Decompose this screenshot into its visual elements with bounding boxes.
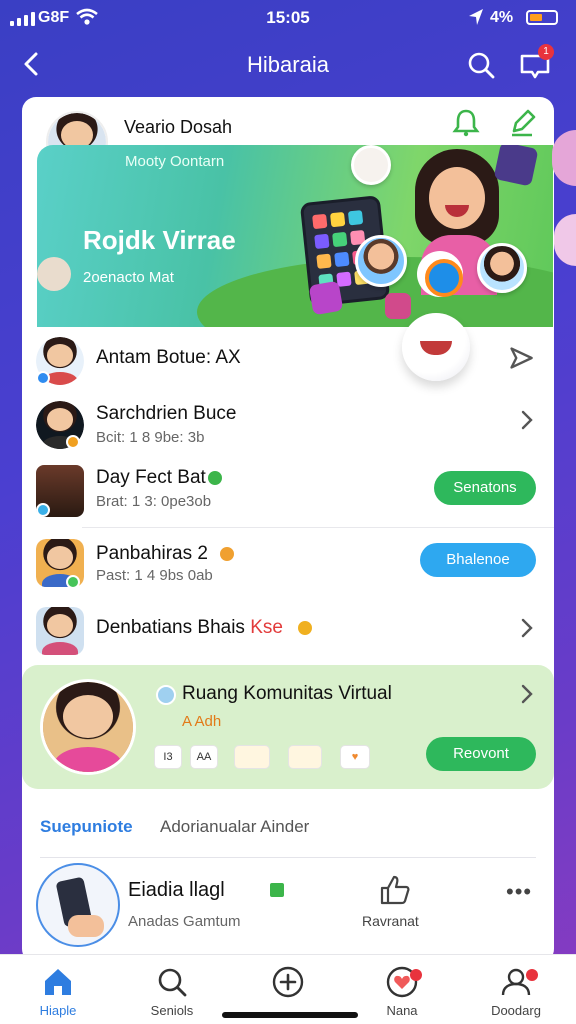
- status-bar: G8F 15:05 4%: [0, 0, 576, 36]
- emoji-icon: [156, 685, 176, 705]
- chevron-right-icon[interactable]: [518, 409, 536, 431]
- heart-sticker-chip[interactable]: ♥: [340, 745, 370, 769]
- list-item-title: Denbatians Bhais Kse: [96, 617, 283, 639]
- decorative-sticker: [552, 130, 576, 186]
- action-button[interactable]: Bhalenoe: [420, 543, 536, 577]
- cat-sticker: [37, 257, 71, 291]
- action-button[interactable]: Senatons: [434, 471, 536, 505]
- banner-subtitle: Mooty Oontarn: [125, 153, 225, 170]
- notification-bell-icon[interactable]: [450, 107, 482, 139]
- status-badge: [66, 435, 80, 449]
- status-badge: [66, 575, 80, 589]
- coin-icon: [218, 545, 236, 563]
- divider: [82, 527, 554, 528]
- list-item[interactable]: Panbahiras 2 Past: 1 4 9bs 0ab Bhalenoe: [22, 533, 554, 597]
- post-thumbnail: [36, 863, 120, 947]
- tab-active[interactable]: Suepuniote: [40, 817, 133, 837]
- inbox-badge: 1: [538, 44, 554, 60]
- verified-icon: [206, 469, 224, 487]
- list-item-title-text: Denbatians Bhais: [96, 617, 245, 638]
- battery-percent: 4%: [490, 9, 514, 26]
- cartoon-sticker: [351, 145, 391, 185]
- nav-label: Hiaple: [39, 1003, 77, 1018]
- location-arrow-icon: [469, 9, 483, 25]
- list-item-title: Antam Botue: AX: [96, 347, 241, 368]
- battery-icon: [526, 10, 558, 25]
- tab-secondary[interactable]: Adorianualar Ainder: [160, 817, 309, 837]
- like-label: Ravranat: [362, 913, 419, 929]
- chevron-right-icon[interactable]: [518, 617, 536, 639]
- verified-icon: [268, 881, 286, 899]
- content-card: Veario Dosah Mooty Oontarn Rojdk Virrae …: [22, 97, 554, 963]
- search-icon: [158, 968, 187, 997]
- home-icon: [45, 969, 71, 995]
- tab-bar: Suepuniote Adorianualar Ainder: [22, 813, 554, 858]
- nav-label: Seniols: [150, 1003, 194, 1018]
- nav-profile[interactable]: Doodarg: [466, 961, 566, 1021]
- list-item-title: Sarchdrien Buce: [96, 403, 237, 424]
- notification-dot: [526, 969, 538, 981]
- status-badge: [36, 371, 50, 385]
- banner-meta: 2oenacto Mat: [83, 269, 174, 286]
- divider: [40, 857, 536, 858]
- nav-label: Doodarg: [491, 1003, 541, 1018]
- thumbs-up-icon[interactable]: [378, 873, 412, 907]
- list-item-subtitle: Bcit: 1 8 9be: 3b: [96, 429, 205, 446]
- tiger-sticker-chip[interactable]: [234, 745, 270, 769]
- chevron-right-icon[interactable]: [518, 683, 536, 705]
- friend-bubble-avatar: [477, 243, 527, 293]
- post-item[interactable]: Eiadia llagl Anadas Gamtum Ravranat •••: [36, 859, 540, 963]
- list-item-title: Day Fect Bat: [96, 467, 206, 488]
- send-icon[interactable]: [508, 345, 534, 371]
- list-item-title-accent: Kse: [250, 617, 283, 638]
- friend-bubble-avatar: [355, 235, 407, 287]
- avatar: [36, 607, 84, 655]
- list-item[interactable]: Antam Botue: AX: [22, 333, 554, 391]
- add-icon: [272, 966, 304, 998]
- list-item-title: Panbahiras 2: [96, 543, 208, 564]
- coin-icon: [296, 619, 314, 637]
- list-item[interactable]: Sarchdrien Buce Bcit: 1 8 9be: 3b: [22, 395, 554, 455]
- community-avatar: [40, 679, 136, 775]
- chip[interactable]: I3: [154, 745, 182, 769]
- featured-banner[interactable]: Mooty Oontarn Rojdk Virrae 2oenacto Mat: [37, 145, 553, 327]
- mascot-illustration: [402, 313, 470, 381]
- search-icon[interactable]: [466, 50, 496, 80]
- list-item[interactable]: Day Fect Bat Brat: 1 3: 0pe3ob Senatons: [22, 459, 554, 523]
- list-item-subtitle: Past: 1 4 9bs 0ab: [96, 567, 213, 584]
- banner-title: Rojdk Virrae: [83, 225, 236, 255]
- notification-dot: [410, 969, 422, 981]
- status-badge: [36, 503, 50, 517]
- post-subtitle: Anadas Gamtum: [128, 913, 241, 930]
- navigation-bar: Hibaraia 1: [0, 40, 576, 90]
- join-button[interactable]: Reovont: [426, 737, 536, 771]
- nav-search[interactable]: Seniols: [122, 961, 222, 1021]
- app-logo-icon: [417, 251, 463, 297]
- list-item-subtitle: Brat: 1 3: 0pe3ob: [96, 493, 212, 510]
- community-subtitle: A Adh: [182, 713, 222, 730]
- nav-label: Nana: [386, 1003, 418, 1018]
- chip[interactable]: AA: [190, 745, 218, 769]
- nav-activity[interactable]: Nana: [352, 961, 452, 1021]
- sticker-icon: [308, 280, 344, 316]
- post-title: Eiadia llagl: [128, 879, 225, 901]
- home-indicator: [222, 1012, 358, 1018]
- list-item[interactable]: Denbatians Bhais Kse: [22, 601, 554, 659]
- edit-icon[interactable]: [506, 107, 538, 139]
- decorative-sticker: [554, 214, 576, 266]
- more-options-icon[interactable]: •••: [506, 879, 532, 905]
- community-card[interactable]: Ruang Komunitas Virtual A Adh I3 AA ♥ Re…: [22, 665, 554, 789]
- nav-home[interactable]: Hiaple: [8, 961, 108, 1021]
- profile-name: Veario Dosah: [124, 117, 233, 137]
- food-sticker-chip[interactable]: [288, 745, 322, 769]
- sticker-icon: [385, 293, 411, 319]
- community-title: Ruang Komunitas Virtual: [182, 683, 392, 704]
